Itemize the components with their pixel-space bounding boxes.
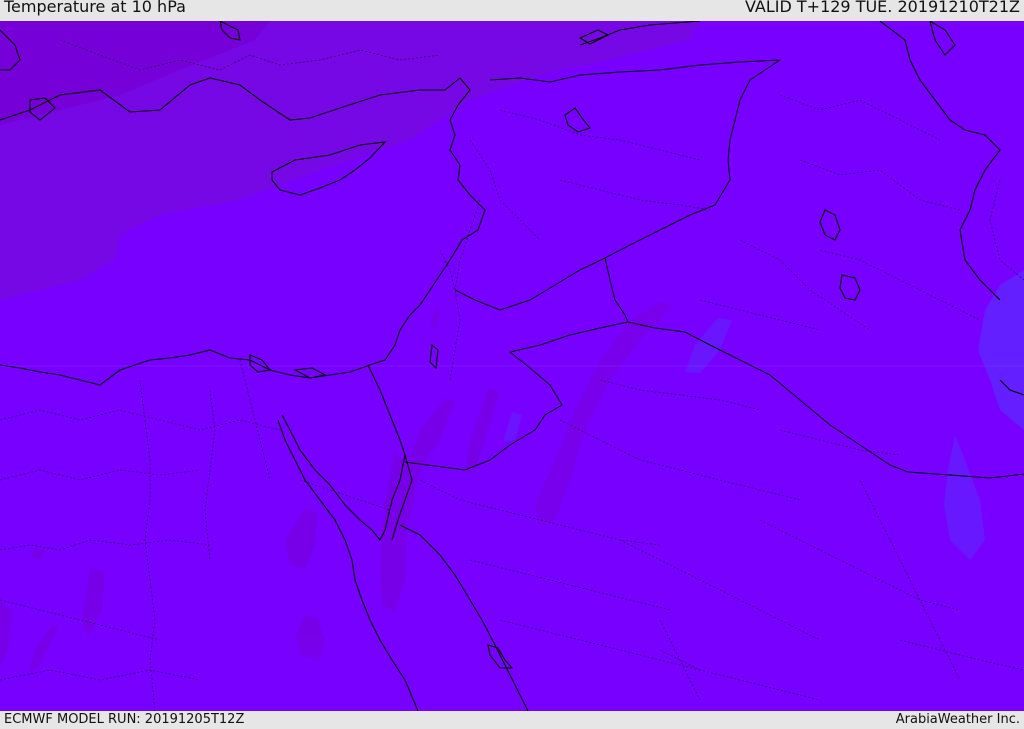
model-run-label: ECMWF MODEL RUN: 20191205T12Z [4, 712, 245, 727]
credit-label: ArabiaWeather Inc. [895, 712, 1020, 727]
header-bar: Temperature at 10 hPa VALID T+129 TUE. 2… [0, 0, 1024, 21]
footer-bar: ECMWF MODEL RUN: 20191205T12Z ArabiaWeat… [0, 711, 1024, 729]
map-canvas [0, 21, 1024, 711]
map-title: Temperature at 10 hPa [4, 0, 186, 16]
temperature-map [0, 21, 1024, 711]
valid-time-label: VALID T+129 TUE. 20191210T21Z [744, 0, 1020, 16]
